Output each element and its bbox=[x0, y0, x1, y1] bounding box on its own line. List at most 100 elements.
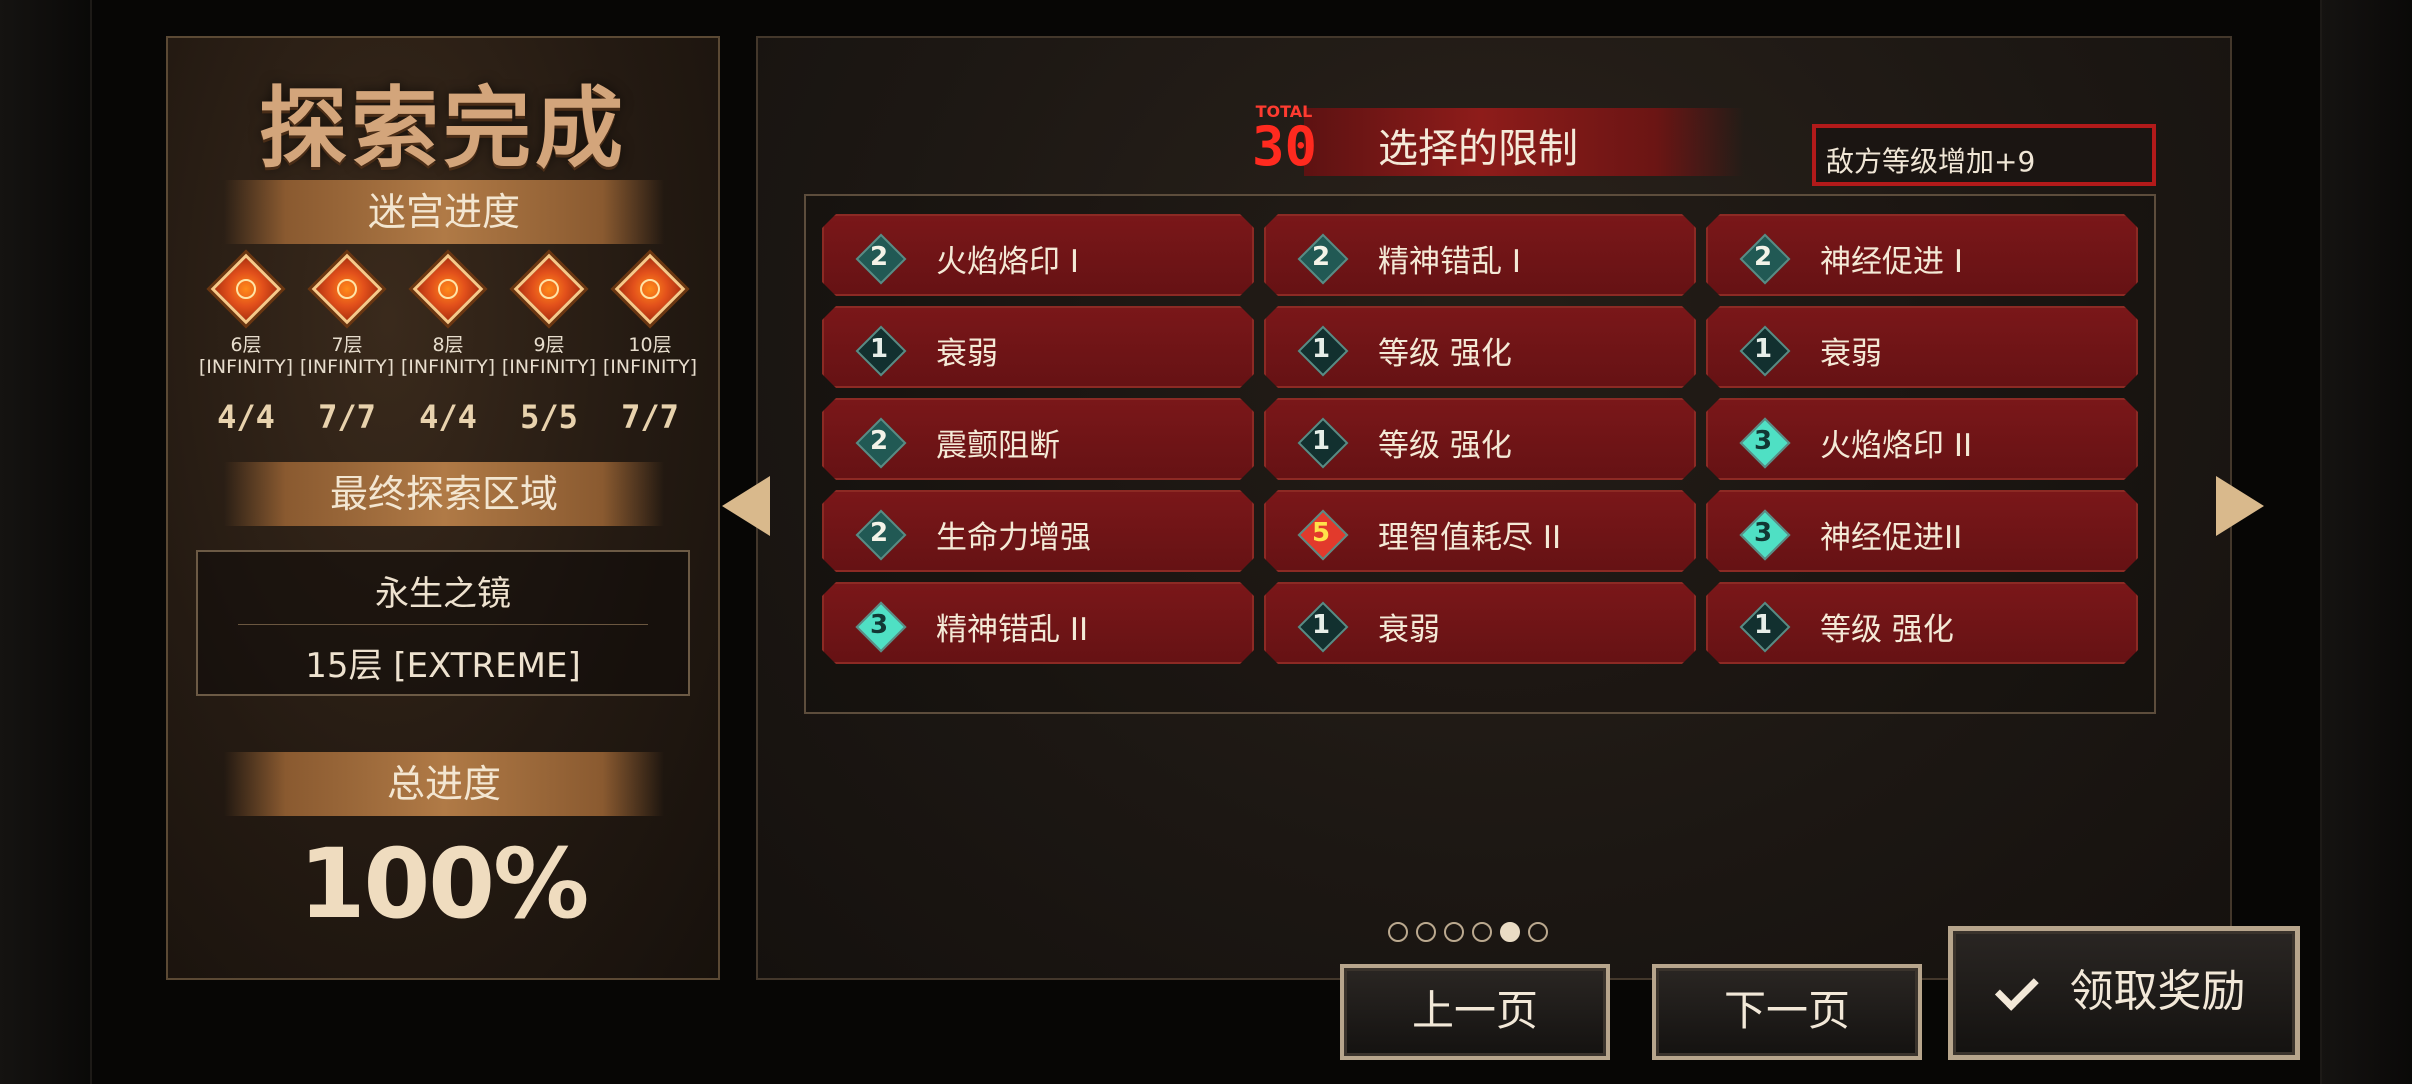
restriction-card[interactable]: 1 衰弱 bbox=[1706, 306, 2138, 388]
floor-item: 9层 [INFINITY] 5/5 bbox=[499, 253, 599, 436]
floor-count: 5/5 bbox=[520, 398, 578, 436]
floor-gem-icon bbox=[311, 253, 383, 325]
floor-count: 4/4 bbox=[419, 398, 477, 436]
level-badge-icon: 2 bbox=[856, 418, 902, 464]
restriction-card[interactable]: 1 等级 强化 bbox=[1264, 398, 1696, 480]
page-dot[interactable] bbox=[1416, 922, 1436, 942]
exploration-summary-panel: 探索完成 迷宫进度 6层 [INFINITY] 4/4 7层 [INFINITY… bbox=[166, 36, 720, 980]
restriction-label: 震颤阻断 bbox=[936, 428, 1060, 464]
floor-name: 9层 bbox=[533, 334, 565, 356]
restriction-card[interactable]: 1 等级 强化 bbox=[1264, 306, 1696, 388]
page-dot[interactable] bbox=[1472, 922, 1492, 942]
level-number: 1 bbox=[1753, 334, 1773, 364]
restriction-card[interactable]: 5 理智值耗尽 II bbox=[1264, 490, 1696, 572]
restriction-label: 衰弱 bbox=[936, 336, 998, 372]
page-dot[interactable] bbox=[1388, 922, 1408, 942]
restriction-label: 等级 强化 bbox=[1820, 612, 1954, 648]
restrictions-panel: TOTAL 30 选择的限制 敌方等级增加+9 2 火焰烙印 I 2 精神错乱 … bbox=[756, 36, 2232, 980]
restriction-label: 等级 强化 bbox=[1378, 428, 1512, 464]
floor-gem-icon bbox=[412, 253, 484, 325]
restriction-card[interactable]: 1 衰弱 bbox=[1264, 582, 1696, 664]
panel-title: 探索完成 bbox=[258, 77, 627, 180]
level-number: 1 bbox=[869, 334, 889, 364]
next-page-button[interactable]: 下一页 bbox=[1652, 964, 1922, 1060]
level-badge-icon: 2 bbox=[1298, 234, 1344, 280]
restriction-label: 生命力增强 bbox=[936, 520, 1091, 556]
total-progress-heading: 总进度 bbox=[224, 752, 664, 816]
page-dot-active[interactable] bbox=[1500, 922, 1520, 942]
final-area-heading: 最终探索区域 bbox=[224, 462, 664, 526]
level-number: 5 bbox=[1311, 518, 1331, 548]
level-number: 2 bbox=[1311, 242, 1331, 272]
restriction-card[interactable]: 1 等级 强化 bbox=[1706, 582, 2138, 664]
restriction-summary: 敌方等级增加+9 bbox=[1826, 145, 2036, 178]
level-badge-icon: 2 bbox=[856, 234, 902, 280]
final-area-floor: 15层 [EXTREME] bbox=[305, 646, 581, 686]
restriction-label: 精神错乱 I bbox=[1378, 244, 1521, 280]
floor-difficulty: [INFINITY] bbox=[400, 356, 496, 378]
level-number: 1 bbox=[1311, 334, 1331, 364]
prev-page-button[interactable]: 上一页 bbox=[1340, 964, 1610, 1060]
arrow-left-icon[interactable] bbox=[722, 476, 770, 536]
floor-name: 10层 bbox=[628, 334, 672, 356]
floor-gem-icon bbox=[513, 253, 585, 325]
restriction-label: 衰弱 bbox=[1820, 336, 1882, 372]
level-number: 1 bbox=[1753, 610, 1773, 640]
floor-gem-icon bbox=[614, 253, 686, 325]
checkmark-icon bbox=[1994, 966, 2039, 1011]
level-badge-icon: 3 bbox=[856, 602, 902, 648]
level-badge-icon: 3 bbox=[1740, 418, 1786, 464]
floor-name: 8层 bbox=[432, 334, 464, 356]
floor-item: 7层 [INFINITY] 7/7 bbox=[297, 253, 397, 436]
level-badge-icon: 3 bbox=[1740, 510, 1786, 556]
restriction-card[interactable]: 2 精神错乱 I bbox=[1264, 214, 1696, 296]
page-dot[interactable] bbox=[1528, 922, 1548, 942]
total-badge: TOTAL 30 bbox=[1252, 104, 1318, 178]
floor-gem-icon bbox=[210, 253, 282, 325]
level-number: 3 bbox=[1753, 518, 1773, 548]
level-badge-icon: 1 bbox=[856, 326, 902, 372]
claim-reward-label: 领取奖励 bbox=[2069, 966, 2246, 1017]
restriction-label: 等级 强化 bbox=[1378, 336, 1512, 372]
floor-difficulty: [INFINITY] bbox=[299, 356, 395, 378]
restriction-card[interactable]: 1 衰弱 bbox=[822, 306, 1254, 388]
restriction-card[interactable]: 2 神经促进 I bbox=[1706, 214, 2138, 296]
restriction-card[interactable]: 3 神经促进II bbox=[1706, 490, 2138, 572]
restriction-label: 火焰烙印 I bbox=[936, 244, 1079, 280]
restriction-label: 神经促进 I bbox=[1820, 244, 1963, 280]
page-indicator bbox=[1388, 922, 1556, 948]
floor-count: 4/4 bbox=[217, 398, 275, 436]
floor-difficulty: [INFINITY] bbox=[501, 356, 597, 378]
claim-reward-button[interactable]: 领取奖励 bbox=[1948, 926, 2300, 1060]
next-page-label: 下一页 bbox=[1723, 986, 1850, 1035]
level-badge-icon: 1 bbox=[1740, 326, 1786, 372]
restriction-card[interactable]: 3 火焰烙印 II bbox=[1706, 398, 2138, 480]
restriction-label: 衰弱 bbox=[1378, 612, 1440, 648]
level-number: 3 bbox=[869, 610, 889, 640]
floor-difficulty: [INFINITY] bbox=[602, 356, 698, 378]
floor-name: 6层 bbox=[230, 334, 262, 356]
restriction-label: 精神错乱 II bbox=[936, 612, 1089, 648]
floor-name: 7层 bbox=[331, 334, 363, 356]
floor-count: 7/7 bbox=[318, 398, 376, 436]
floor-difficulty: [INFINITY] bbox=[198, 356, 294, 378]
level-badge-icon: 1 bbox=[1298, 418, 1344, 464]
frame-edge-left bbox=[0, 0, 92, 1084]
restriction-summary-box: 敌方等级增加+9 bbox=[1812, 124, 2156, 186]
arrow-right-icon[interactable] bbox=[2216, 476, 2264, 536]
total-progress-value: 100% bbox=[298, 828, 590, 940]
final-area-name: 永生之镜 bbox=[375, 574, 511, 614]
restriction-card[interactable]: 3 精神错乱 II bbox=[822, 582, 1254, 664]
frame-edge-right bbox=[2320, 0, 2412, 1084]
restriction-card[interactable]: 2 生命力增强 bbox=[822, 490, 1254, 572]
page-dot[interactable] bbox=[1444, 922, 1464, 942]
level-badge-icon: 2 bbox=[1740, 234, 1786, 280]
maze-progress-heading: 迷宫进度 bbox=[224, 180, 664, 244]
restriction-card[interactable]: 2 震颤阻断 bbox=[822, 398, 1254, 480]
total-value: 30 bbox=[1252, 115, 1318, 178]
restriction-card[interactable]: 2 火焰烙印 I bbox=[822, 214, 1254, 296]
divider bbox=[238, 624, 648, 625]
floor-item: 6层 [INFINITY] 4/4 bbox=[196, 253, 296, 436]
level-badge-icon: 1 bbox=[1740, 602, 1786, 648]
floor-list: 6层 [INFINITY] 4/4 7层 [INFINITY] 7/7 8层 [… bbox=[196, 253, 697, 464]
